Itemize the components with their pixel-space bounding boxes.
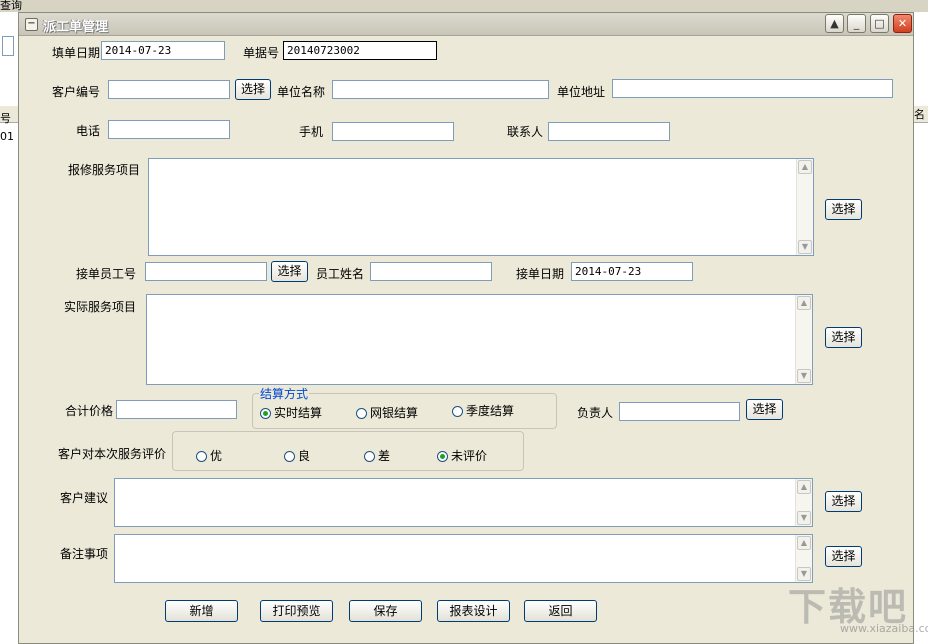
watermark: 下载吧 www.xiazaiba.com (788, 576, 928, 636)
work-order-window: − 派工单管理 ▲ _ □ ✕ 填单日期 2014-07-23 单据号 2014… (18, 12, 914, 644)
scroll-down-icon[interactable]: ▼ (797, 511, 811, 525)
radio-unselected-icon (452, 406, 463, 417)
evaluation-excellent-radio[interactable]: 优 (196, 447, 222, 464)
repair-items-label: 报修服务项目 (68, 163, 141, 177)
settlement-quarterly-radio[interactable]: 季度结算 (452, 402, 514, 419)
evaluation-none-radio[interactable]: 未评价 (437, 447, 487, 464)
suggestion-select-button[interactable]: 选择 (825, 491, 862, 512)
actual-items-textarea[interactable]: ▲ ▼ (146, 294, 813, 385)
settlement-online-radio[interactable]: 网银结算 (356, 404, 418, 421)
mobile-label: 手机 (299, 125, 324, 139)
repair-items-scrollbar[interactable]: ▲ ▼ (796, 159, 813, 255)
radio-selected-icon (437, 451, 448, 462)
maximize-icon[interactable]: □ (870, 14, 889, 33)
background-grid-left: 号 01 (0, 12, 19, 644)
company-address-input[interactable] (612, 79, 893, 98)
scroll-up-icon[interactable]: ▲ (797, 536, 811, 550)
radio-unselected-icon (356, 408, 367, 419)
background-row-value: 01 (0, 130, 14, 143)
radio-selected-icon (260, 408, 271, 419)
company-name-label: 单位名称 (277, 85, 326, 99)
remarks-select-button[interactable]: 选择 (825, 546, 862, 567)
contact-input[interactable] (548, 122, 670, 141)
receiver-select-button[interactable]: 选择 (271, 261, 308, 282)
radio-unselected-icon (196, 451, 207, 462)
customer-select-button[interactable]: 选择 (235, 79, 271, 100)
report-design-button[interactable]: 报表设计 (437, 600, 510, 622)
suggestion-label: 客户建议 (60, 491, 109, 505)
radio-unselected-icon (364, 451, 375, 462)
company-name-input[interactable] (332, 80, 549, 99)
restore-arrow-icon[interactable]: ▲ (825, 14, 844, 33)
actual-items-scrollbar[interactable]: ▲ ▼ (795, 295, 812, 384)
fill-date-label: 填单日期 (52, 46, 101, 60)
new-button[interactable]: 新增 (165, 600, 238, 622)
total-price-label: 合计价格 (65, 404, 114, 418)
contact-label: 联系人 (507, 125, 544, 139)
print-preview-button[interactable]: 打印预览 (260, 600, 333, 622)
radio-label: 良 (298, 449, 311, 463)
receiver-id-label: 接单员工号 (76, 267, 137, 281)
radio-label: 差 (378, 449, 391, 463)
close-icon[interactable]: ✕ (893, 14, 912, 33)
repair-items-select-button[interactable]: 选择 (825, 199, 862, 220)
minimize-icon[interactable]: _ (847, 14, 866, 33)
actual-items-label: 实际服务项目 (64, 300, 137, 314)
phone-input[interactable] (108, 120, 230, 139)
fill-date-input[interactable]: 2014-07-23 (101, 41, 225, 60)
evaluation-poor-radio[interactable]: 差 (364, 447, 390, 464)
window-title: 派工单管理 (43, 20, 109, 35)
manager-label: 负责人 (577, 406, 614, 420)
system-menu-icon[interactable]: − (25, 18, 38, 31)
remarks-label: 备注事项 (60, 547, 109, 561)
background-col-header-right: 名 (914, 106, 928, 123)
scroll-up-icon[interactable]: ▲ (798, 160, 812, 174)
employee-name-label: 员工姓名 (316, 267, 365, 281)
watermark-url: www.xiazaiba.com (840, 622, 928, 635)
manager-input[interactable] (619, 402, 740, 421)
company-address-label: 单位地址 (557, 85, 606, 99)
back-button[interactable]: 返回 (524, 600, 597, 622)
scroll-down-icon[interactable]: ▼ (798, 240, 812, 254)
radio-label: 实时结算 (274, 406, 323, 420)
doc-no-label: 单据号 (243, 46, 280, 60)
doc-no-input[interactable]: 20140723002 (283, 41, 437, 60)
manager-select-button[interactable]: 选择 (746, 399, 783, 420)
title-bar[interactable]: − 派工单管理 ▲ _ □ ✕ (19, 13, 913, 36)
radio-label: 未评价 (451, 449, 488, 463)
repair-items-textarea[interactable]: ▲ ▼ (148, 158, 814, 256)
radio-unselected-icon (284, 451, 295, 462)
customer-no-input[interactable] (108, 80, 230, 99)
phone-label: 电话 (76, 124, 101, 138)
evaluation-good-radio[interactable]: 良 (284, 447, 310, 464)
scroll-up-icon[interactable]: ▲ (797, 480, 811, 494)
actual-items-select-button[interactable]: 选择 (825, 327, 862, 348)
radio-label: 网银结算 (370, 406, 419, 420)
receive-date-label: 接单日期 (516, 267, 565, 281)
receive-date-input[interactable]: 2014-07-23 (571, 262, 693, 281)
suggestion-scrollbar[interactable]: ▲ ▼ (795, 479, 812, 526)
remarks-scrollbar[interactable]: ▲ ▼ (795, 535, 812, 582)
suggestion-textarea[interactable]: ▲ ▼ (114, 478, 813, 527)
mobile-input[interactable] (332, 122, 454, 141)
scroll-down-icon[interactable]: ▼ (797, 369, 811, 383)
background-input-stub (2, 36, 14, 56)
remarks-textarea[interactable]: ▲ ▼ (114, 534, 813, 583)
background-grid-right: 名 (914, 12, 928, 644)
background-col-header-text: 号 (0, 112, 11, 125)
radio-label: 优 (210, 449, 223, 463)
total-price-input[interactable] (116, 400, 237, 419)
save-button[interactable]: 保存 (349, 600, 422, 622)
customer-no-label: 客户编号 (52, 85, 101, 99)
employee-name-input[interactable] (370, 262, 492, 281)
settlement-realtime-radio[interactable]: 实时结算 (260, 404, 322, 421)
settlement-group-title: 结算方式 (259, 385, 310, 402)
receiver-id-input[interactable] (145, 262, 267, 281)
scroll-up-icon[interactable]: ▲ (797, 296, 811, 310)
evaluation-label: 客户对本次服务评价 (58, 447, 167, 461)
radio-label: 季度结算 (466, 404, 515, 418)
